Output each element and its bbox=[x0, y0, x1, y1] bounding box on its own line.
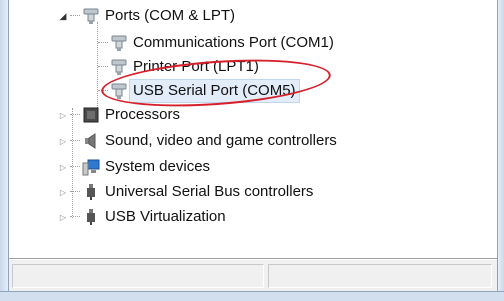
device-tree[interactable]: ◢ Ports (COM & LPT) Communications Port … bbox=[9, 0, 497, 259]
tree-dots bbox=[70, 15, 80, 17]
usb-plug-icon bbox=[87, 184, 95, 200]
tree-dots bbox=[70, 191, 80, 193]
tree-node-com1[interactable]: Communications Port (COM1) bbox=[98, 32, 334, 54]
expander-collapsed-icon[interactable]: ▷ bbox=[58, 136, 68, 146]
tree-node-label: Sound, video and game controllers bbox=[105, 132, 337, 149]
processor-icon bbox=[83, 107, 99, 123]
tree-node-label: USB Virtualization bbox=[105, 208, 226, 225]
tree-node-ports[interactable]: ◢ Ports (COM & LPT) bbox=[58, 5, 235, 27]
window-frame-right bbox=[497, 0, 504, 300]
status-bar-panel bbox=[12, 264, 264, 288]
port-icon bbox=[83, 8, 99, 24]
tree-node-label: Universal Serial Bus controllers bbox=[105, 183, 314, 200]
port-icon bbox=[111, 35, 127, 51]
usb-plug-icon bbox=[87, 209, 95, 225]
tree-node-label: System devices bbox=[105, 158, 211, 175]
expander-collapsed-icon[interactable]: ▷ bbox=[58, 110, 68, 120]
expander-collapsed-icon[interactable]: ▷ bbox=[58, 187, 68, 197]
window-frame-left bbox=[0, 0, 9, 300]
tree-dots bbox=[70, 166, 80, 168]
tree-node-label: Processors bbox=[105, 106, 181, 123]
expander-collapsed-icon[interactable]: ▷ bbox=[58, 162, 68, 172]
port-icon bbox=[111, 59, 127, 75]
tree-node-usb-controllers[interactable]: ▷ Universal Serial Bus controllers bbox=[58, 181, 313, 203]
tree-node-system-devices[interactable]: ▷ System devices bbox=[58, 156, 210, 178]
tree-dots bbox=[98, 66, 108, 68]
status-bar-panel bbox=[268, 264, 492, 288]
tree-dots bbox=[70, 114, 80, 116]
tree-node-usb-virtualization[interactable]: ▷ USB Virtualization bbox=[58, 206, 226, 228]
tree-node-sound-video[interactable]: ▷ Sound, video and game controllers bbox=[58, 130, 337, 152]
speaker-icon bbox=[85, 133, 96, 149]
tree-dots bbox=[70, 140, 80, 142]
tree-node-label: Communications Port (COM1) bbox=[133, 34, 334, 51]
expander-expanded-icon[interactable]: ◢ bbox=[58, 11, 68, 21]
tree-node-processors[interactable]: ▷ Processors bbox=[58, 104, 180, 126]
tree-dots bbox=[70, 216, 80, 218]
expander-collapsed-icon[interactable]: ▷ bbox=[58, 212, 68, 222]
computer-icon bbox=[82, 159, 100, 176]
tree-dots bbox=[98, 42, 108, 44]
status-bar bbox=[9, 259, 497, 292]
tree-node-label: Ports (COM & LPT) bbox=[105, 7, 236, 24]
